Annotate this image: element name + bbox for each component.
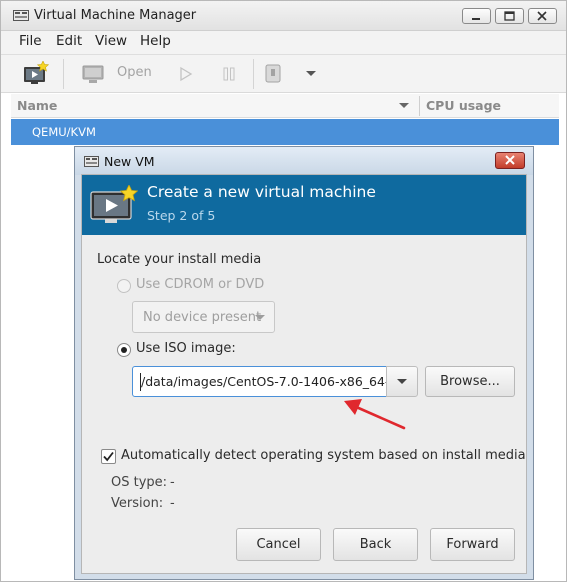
device-combo[interactable]: No device present xyxy=(132,301,275,333)
banner-step: Step 2 of 5 xyxy=(147,208,216,223)
new-vm-dialog: New VM Create a new virtual machine Step… xyxy=(74,146,534,580)
play-icon[interactable] xyxy=(178,66,194,82)
menu-bar: File Edit View Help xyxy=(1,31,566,55)
checkmark-icon xyxy=(103,451,114,462)
version-value: - xyxy=(170,496,175,511)
menu-edit[interactable]: Edit xyxy=(56,33,82,49)
chevron-down-icon xyxy=(255,315,265,320)
open-button[interactable]: Open xyxy=(117,65,152,80)
os-type-label: OS type: xyxy=(111,475,168,490)
annotation-arrow xyxy=(344,399,406,430)
toolbar-separator xyxy=(63,59,64,89)
new-vm-icon[interactable] xyxy=(23,61,49,87)
vm-manager-icon xyxy=(84,156,99,167)
minimize-button[interactable] xyxy=(462,8,491,24)
forward-button[interactable]: Forward xyxy=(430,528,515,561)
dialog-close-button[interactable] xyxy=(495,152,525,169)
banner-title: Create a new virtual machine xyxy=(147,183,376,201)
toolbar-separator xyxy=(253,59,254,89)
list-row-qemu-kvm[interactable]: QEMU/KVM xyxy=(11,119,559,145)
close-icon xyxy=(505,155,515,165)
iso-radio[interactable] xyxy=(117,343,131,357)
auto-detect-checkbox[interactable] xyxy=(101,449,116,464)
column-divider xyxy=(419,96,420,116)
vm-manager-icon xyxy=(13,10,29,21)
title-bar: Virtual Machine Manager xyxy=(1,1,566,31)
menu-help[interactable]: Help xyxy=(140,33,171,49)
list-header: Name CPU usage xyxy=(11,94,559,118)
maximize-icon xyxy=(504,11,515,21)
menu-view[interactable]: View xyxy=(95,33,127,49)
version-label: Version: xyxy=(111,496,164,511)
dialog-body: Create a new virtual machine Step 2 of 5… xyxy=(81,174,527,574)
cancel-button[interactable]: Cancel xyxy=(236,528,321,561)
auto-detect-label[interactable]: Automatically detect operating system ba… xyxy=(121,448,526,463)
locate-media-label: Locate your install media xyxy=(97,252,262,267)
connection-name: QEMU/KVM xyxy=(32,125,96,139)
cdrom-radio-label[interactable]: Use CDROM or DVD xyxy=(136,277,264,292)
new-vm-icon xyxy=(90,185,138,223)
browse-button[interactable]: Browse... xyxy=(425,366,515,397)
close-button[interactable] xyxy=(528,8,557,24)
sort-chevron-icon[interactable] xyxy=(399,103,409,109)
chevron-down-icon[interactable] xyxy=(305,70,317,78)
window-title: Virtual Machine Manager xyxy=(34,8,197,23)
back-button[interactable]: Back xyxy=(333,528,418,561)
iso-radio-label[interactable]: Use ISO image: xyxy=(136,341,236,356)
cdrom-radio[interactable] xyxy=(117,279,131,293)
os-type-value: - xyxy=(170,475,175,490)
shutdown-icon[interactable] xyxy=(264,64,282,84)
device-combo-value: No device present xyxy=(143,310,262,325)
pause-icon[interactable] xyxy=(221,66,237,82)
dialog-title: New VM xyxy=(104,154,155,169)
maximize-button[interactable] xyxy=(495,8,524,24)
close-icon xyxy=(537,11,547,21)
menu-file[interactable]: File xyxy=(19,33,42,49)
dialog-title-bar: New VM xyxy=(75,147,533,175)
radio-selected-dot xyxy=(121,347,127,353)
wizard-banner: Create a new virtual machine Step 2 of 5 xyxy=(82,175,526,235)
minimize-icon xyxy=(472,18,480,20)
toolbar: Open xyxy=(1,55,566,93)
column-header-name[interactable]: Name xyxy=(17,98,57,113)
monitor-icon[interactable] xyxy=(82,65,104,84)
column-header-cpu-usage[interactable]: CPU usage xyxy=(426,98,501,113)
